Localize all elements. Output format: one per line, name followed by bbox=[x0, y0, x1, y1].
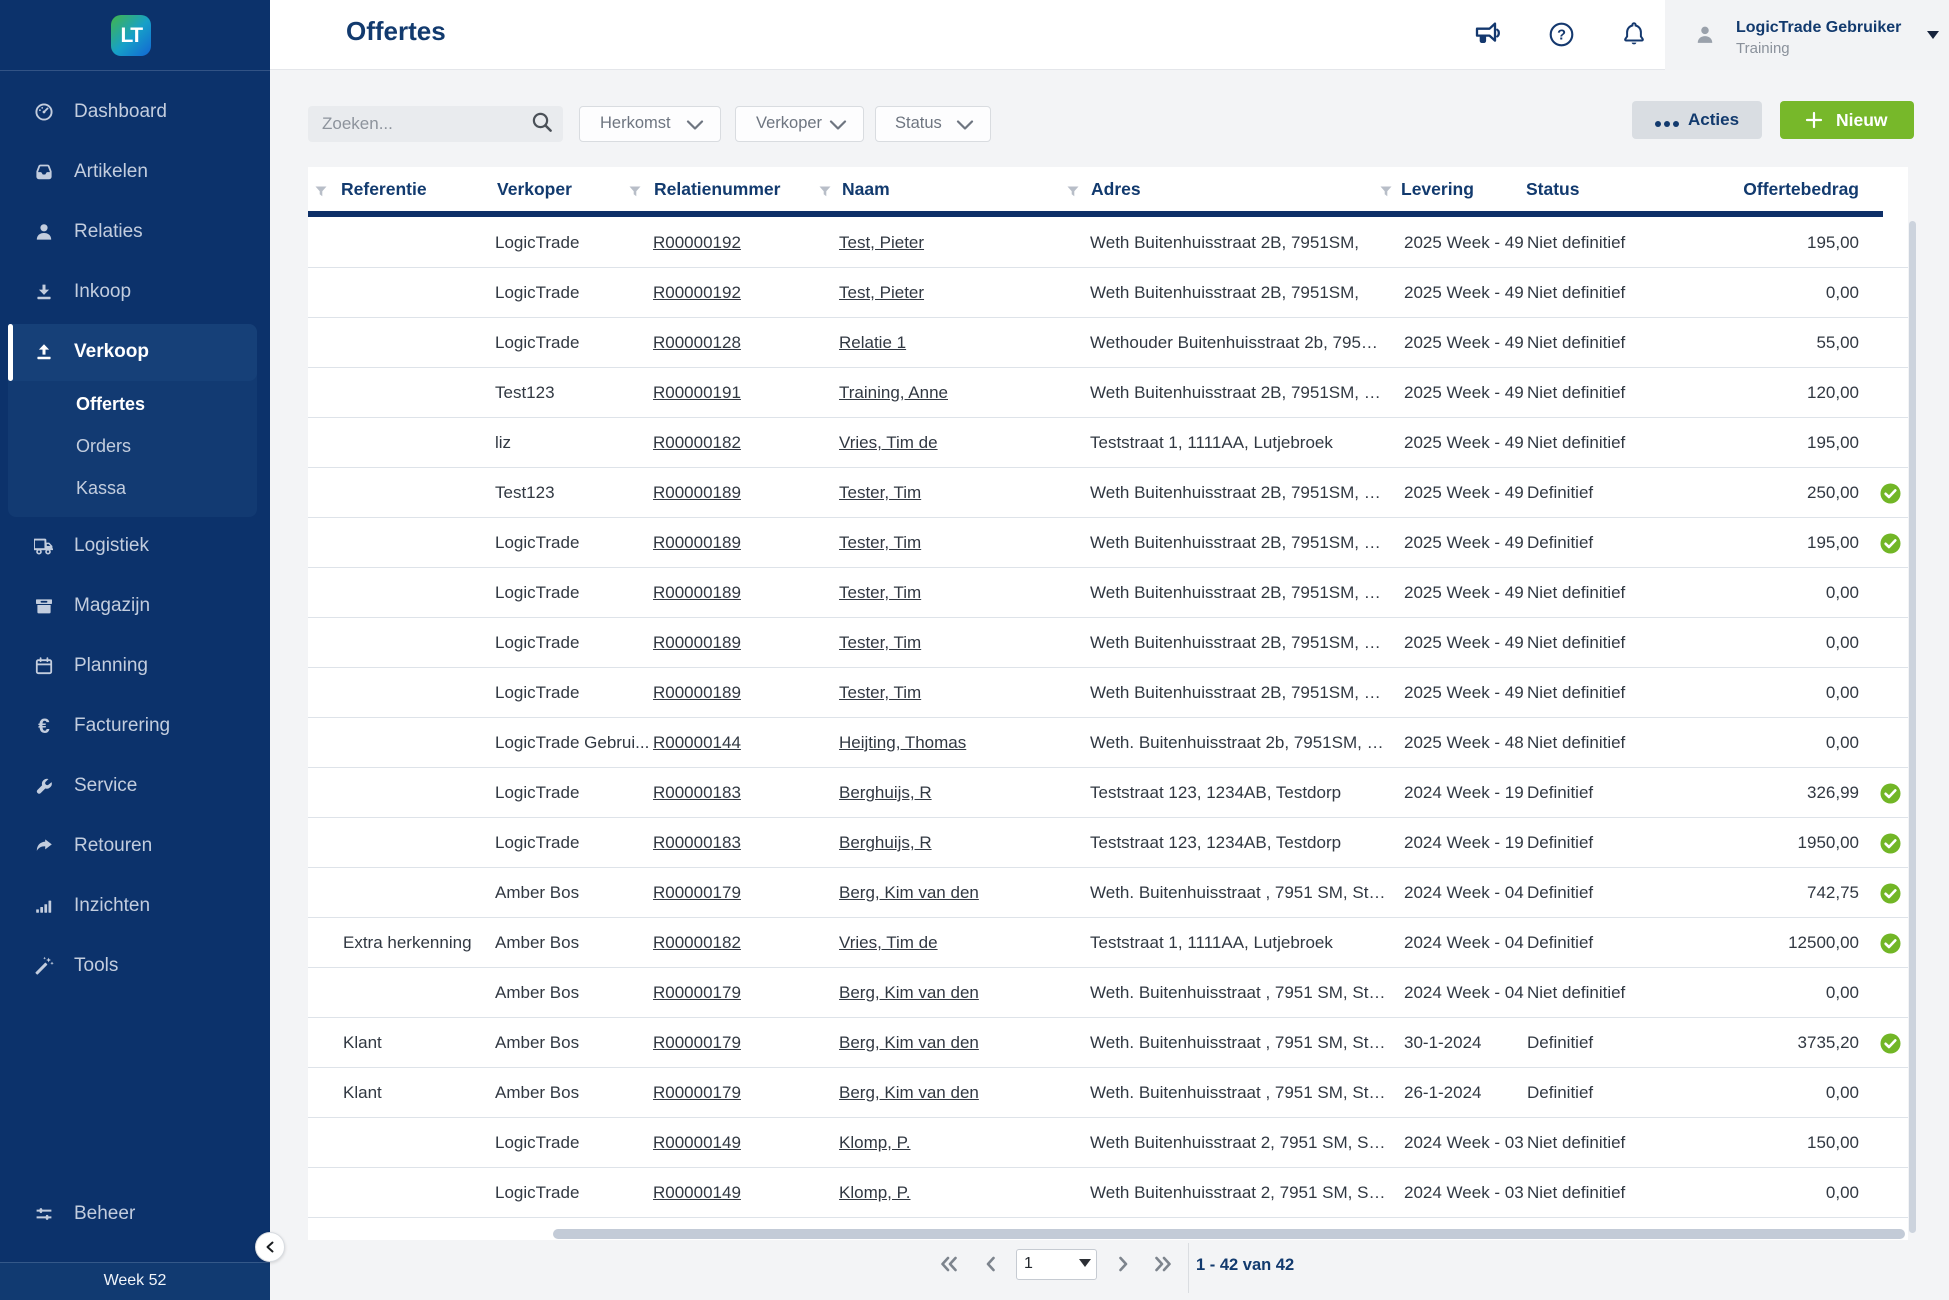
svg-text:€: € bbox=[38, 716, 50, 736]
svg-text:?: ? bbox=[1557, 27, 1566, 43]
